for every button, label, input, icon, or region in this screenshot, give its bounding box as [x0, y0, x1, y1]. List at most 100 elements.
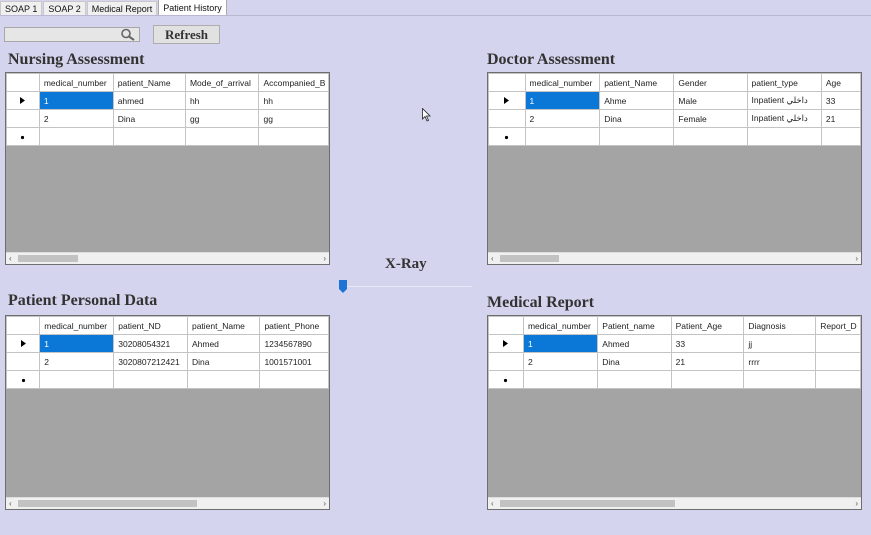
table-cell[interactable]: 1 — [522, 334, 599, 353]
row-header[interactable] — [6, 91, 40, 110]
table-cell[interactable]: Dina — [599, 109, 675, 128]
scroll-thumb[interactable] — [18, 255, 78, 262]
corner-header[interactable] — [6, 73, 40, 92]
column-header[interactable]: patient_Phone — [259, 316, 329, 335]
row-header[interactable] — [488, 109, 526, 128]
new-row[interactable] — [6, 370, 329, 389]
scroll-left-icon[interactable]: ‹ — [9, 498, 12, 509]
xray-slider-thumb[interactable] — [339, 280, 347, 293]
column-header[interactable]: patient_Name — [599, 73, 675, 92]
row-header[interactable] — [6, 334, 41, 353]
column-header[interactable]: patient_type — [746, 73, 822, 92]
table-cell[interactable] — [522, 370, 599, 389]
corner-header[interactable] — [6, 316, 41, 335]
nursing-assessment-grid[interactable]: medical_number patient_Name Mode_of_arriva… — [5, 72, 330, 265]
horizontal-scrollbar[interactable]: ‹ › — [488, 497, 861, 509]
scroll-left-icon[interactable]: ‹ — [9, 253, 12, 264]
scroll-left-icon[interactable]: ‹ — [491, 498, 494, 509]
scroll-thumb[interactable] — [500, 500, 675, 507]
table-cell[interactable]: 2 — [522, 352, 599, 371]
column-header[interactable]: Report_D — [815, 316, 861, 335]
column-header[interactable]: Patient_name — [597, 316, 672, 335]
new-row-header[interactable] — [6, 127, 40, 146]
column-header[interactable]: Age — [820, 73, 861, 92]
table-cell[interactable] — [38, 127, 114, 146]
table-cell[interactable] — [597, 370, 672, 389]
table-cell[interactable]: 21 — [670, 352, 745, 371]
table-row[interactable]: 1 ahmed hh hh — [6, 91, 329, 110]
corner-header[interactable] — [488, 73, 526, 92]
xray-slider-track[interactable] — [343, 286, 472, 287]
column-header[interactable]: Patient_Age — [670, 316, 745, 335]
doctor-assessment-grid[interactable]: medical_number patient_Name Gender patient_… — [487, 72, 862, 265]
table-cell[interactable]: Dina — [186, 352, 261, 371]
table-cell[interactable] — [743, 370, 817, 389]
scroll-thumb[interactable] — [500, 255, 559, 262]
table-cell[interactable]: hh — [258, 91, 329, 110]
column-header[interactable]: Diagnosis — [743, 316, 817, 335]
table-cell[interactable] — [599, 127, 675, 146]
table-cell[interactable] — [746, 127, 822, 146]
table-cell[interactable] — [815, 370, 861, 389]
column-header[interactable]: patient_Name — [112, 73, 186, 92]
column-header[interactable]: medical_number — [39, 316, 115, 335]
table-cell[interactable]: 2 — [524, 109, 601, 128]
row-header[interactable] — [488, 352, 524, 371]
table-cell[interactable]: 1001571001 — [259, 352, 329, 371]
table-cell[interactable]: 1 — [39, 334, 115, 353]
table-cell[interactable] — [670, 370, 745, 389]
table-cell[interactable]: gg — [184, 109, 260, 128]
table-cell[interactable] — [113, 370, 188, 389]
table-cell[interactable] — [184, 127, 260, 146]
tab-patient-history[interactable]: Patient History — [158, 0, 227, 16]
table-cell[interactable] — [815, 352, 861, 371]
column-header[interactable]: medical_number — [524, 73, 601, 92]
table-cell[interactable]: 1234567890 — [259, 334, 329, 353]
search-input[interactable] — [4, 27, 140, 42]
table-cell[interactable] — [39, 370, 115, 389]
table-cell[interactable]: rrrr — [743, 352, 817, 371]
row-header[interactable] — [6, 352, 41, 371]
table-cell[interactable] — [259, 370, 329, 389]
table-cell[interactable] — [820, 127, 861, 146]
table-cell[interactable]: Dina — [597, 352, 672, 371]
column-header[interactable]: Mode_of_arrival — [184, 73, 260, 92]
table-row[interactable]: 2 3020807212421 Dina 1001571001 — [6, 352, 329, 371]
column-header[interactable]: patient_ND — [113, 316, 188, 335]
column-header[interactable]: patient_Name — [186, 316, 261, 335]
table-row[interactable]: 1 30208054321 Ahmed 1234567890 — [6, 334, 329, 353]
table-cell[interactable]: Inpatient داخلي — [746, 91, 822, 110]
table-cell[interactable] — [186, 370, 261, 389]
new-row[interactable] — [488, 370, 861, 389]
table-cell[interactable]: 33 — [670, 334, 745, 353]
table-cell[interactable]: 33 — [820, 91, 861, 110]
horizontal-scrollbar[interactable]: ‹ › — [6, 497, 329, 509]
table-cell[interactable] — [673, 127, 748, 146]
table-row[interactable]: 1 Ahmed 33 jj — [488, 334, 861, 353]
scroll-thumb[interactable] — [18, 500, 197, 507]
row-header[interactable] — [488, 91, 526, 110]
row-header[interactable] — [488, 334, 524, 353]
table-cell[interactable] — [112, 127, 186, 146]
new-row-header[interactable] — [488, 370, 524, 389]
patient-personal-data-grid[interactable]: medical_number patient_ND patient_Name pati… — [5, 315, 330, 510]
table-cell[interactable]: 2 — [38, 109, 114, 128]
table-cell[interactable]: ahmed — [112, 91, 186, 110]
table-cell[interactable] — [258, 127, 329, 146]
table-cell[interactable] — [815, 334, 861, 353]
table-row[interactable]: 2 Dina gg gg — [6, 109, 329, 128]
table-cell[interactable]: Female — [673, 109, 748, 128]
table-cell[interactable]: Male — [673, 91, 748, 110]
column-header[interactable]: medical_number — [38, 73, 114, 92]
table-cell[interactable]: 2 — [39, 352, 115, 371]
table-cell[interactable]: 1 — [524, 91, 601, 110]
table-row[interactable]: 2 Dina 21 rrrr — [488, 352, 861, 371]
corner-header[interactable] — [488, 316, 524, 335]
scroll-right-icon[interactable]: › — [855, 498, 858, 509]
column-header[interactable]: Accompanied_B — [258, 73, 329, 92]
horizontal-scrollbar[interactable]: ‹ › — [6, 252, 329, 264]
medical-report-grid[interactable]: medical_number Patient_name Patient_Age Dia… — [487, 315, 862, 510]
column-header[interactable]: Gender — [673, 73, 748, 92]
table-cell[interactable]: jj — [743, 334, 817, 353]
row-header[interactable] — [6, 109, 40, 128]
